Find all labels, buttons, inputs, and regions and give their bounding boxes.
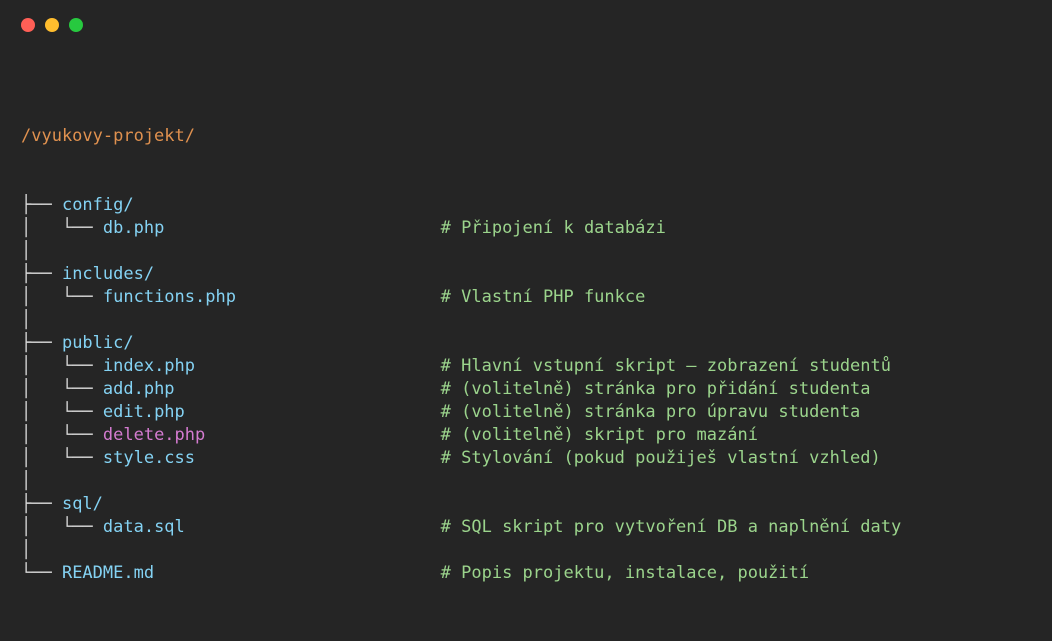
tree-comment: # (volitelně) stránka pro úpravu student…: [440, 402, 861, 422]
tree-spacer-line: │: [21, 470, 1041, 493]
tree-spacer-line: │: [21, 240, 1041, 263]
tree-comment: # (volitelně) skript pro mazání: [440, 425, 758, 445]
tree-file-name[interactable]: edit.php: [103, 402, 185, 422]
tree-line: │ └── style.css # Stylování (pokud použi…: [21, 447, 1041, 470]
tree-branch: │ └──: [21, 218, 103, 238]
tree-branch: └──: [21, 563, 62, 583]
tree-comment: # Vlastní PHP funkce: [440, 287, 646, 307]
tree-branch: │ └──: [21, 425, 103, 445]
tree-line: ├── includes/: [21, 263, 1041, 286]
tree-branch: │ └──: [21, 402, 103, 422]
tree-file-name[interactable]: add.php: [103, 379, 175, 399]
tree-comment: # Stylování (pokud použiješ vlastní vzhl…: [440, 448, 881, 468]
tree-branch: │: [21, 471, 32, 491]
tree-line: │ └── data.sql # SQL skript pro vytvořen…: [21, 516, 1041, 539]
tree-line: │ └── edit.php # (volitelně) stránka pro…: [21, 401, 1041, 424]
tree-file-name[interactable]: functions.php: [103, 287, 236, 307]
tree-line: └── README.md # Popis projektu, instalac…: [21, 562, 1041, 585]
tree-branch: │: [21, 540, 32, 560]
tree-spacer-line: │: [21, 539, 1041, 562]
tree-root-line: /vyukovy-projekt/: [21, 125, 1041, 148]
tree-branch: │ └──: [21, 448, 103, 468]
tree-comment: # (volitelně) stránka pro přidání studen…: [440, 379, 871, 399]
maximize-dot-icon[interactable]: [69, 18, 83, 32]
tree-line: │ └── db.php # Připojení k databázi: [21, 217, 1041, 240]
tree-root: /vyukovy-projekt/: [21, 126, 195, 146]
tree-folder-name[interactable]: public/: [62, 333, 134, 353]
tree-comment: # SQL skript pro vytvoření DB a naplnění…: [440, 517, 902, 537]
tree-branch: ├──: [21, 333, 62, 353]
tree-line: │ └── add.php # (volitelně) stránka pro …: [21, 378, 1041, 401]
tree-line: │ └── functions.php # Vlastní PHP funkce: [21, 286, 1041, 309]
tree-line: │ └── delete.php # (volitelně) skript pr…: [21, 424, 1041, 447]
tree-branch: │: [21, 241, 32, 261]
tree-branch: │: [21, 310, 32, 330]
tree-line: ├── config/: [21, 194, 1041, 217]
code-window: /vyukovy-projekt/ ├── config/│ └── db.ph…: [0, 0, 1052, 641]
tree-file-name[interactable]: README.md: [62, 563, 154, 583]
tree-line: ├── public/: [21, 332, 1041, 355]
tree-branch: │ └──: [21, 356, 103, 376]
tree-file-name[interactable]: db.php: [103, 218, 164, 238]
tree-comment: # Popis projektu, instalace, použití: [440, 563, 810, 583]
tree-file-name[interactable]: style.css: [103, 448, 195, 468]
tree-branch: ├──: [21, 195, 62, 215]
tree-folder-name[interactable]: config/: [62, 195, 134, 215]
tree-file-name[interactable]: index.php: [103, 356, 195, 376]
tree-file-name[interactable]: data.sql: [103, 517, 185, 537]
tree-branch: ├──: [21, 494, 62, 514]
tree-branch: │ └──: [21, 379, 103, 399]
minimize-dot-icon[interactable]: [45, 18, 59, 32]
tree-line: ├── sql/: [21, 493, 1041, 516]
tree-file-name[interactable]: delete.php: [103, 425, 205, 445]
tree-folder-name[interactable]: includes/: [62, 264, 154, 284]
close-dot-icon[interactable]: [21, 18, 35, 32]
directory-tree: /vyukovy-projekt/ ├── config/│ └── db.ph…: [21, 79, 1041, 631]
tree-spacer-line: │: [21, 309, 1041, 332]
tree-comment: # Hlavní vstupní skript – zobrazení stud…: [440, 356, 891, 376]
tree-line: │ └── index.php # Hlavní vstupní skript …: [21, 355, 1041, 378]
tree-lines: ├── config/│ └── db.php # Připojení k da…: [21, 194, 1041, 585]
tree-comment: # Připojení k databázi: [440, 218, 666, 238]
tree-branch: │ └──: [21, 287, 103, 307]
tree-branch: ├──: [21, 264, 62, 284]
tree-folder-name[interactable]: sql/: [62, 494, 103, 514]
tree-branch: │ └──: [21, 517, 103, 537]
